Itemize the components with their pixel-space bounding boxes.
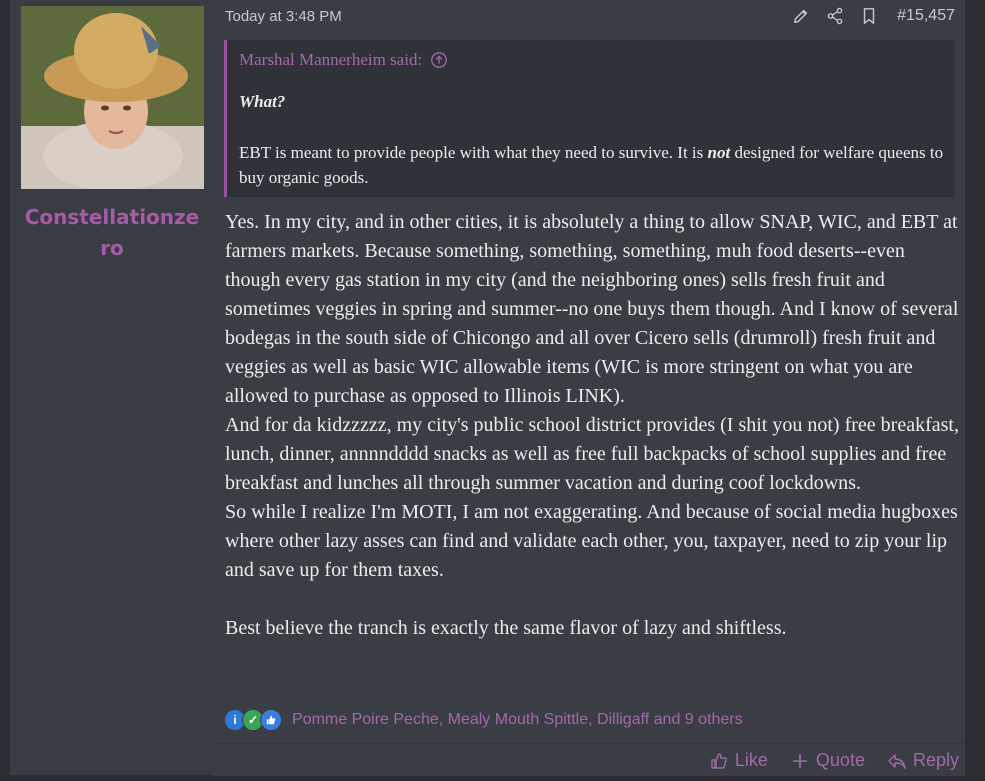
post-body: Yes. In my city, and in other cities, it… bbox=[225, 211, 959, 639]
reaction-names-link[interactable]: Pomme Poire Peche, Mealy Mouth Spittle, … bbox=[292, 711, 743, 729]
thumbs-up-icon bbox=[711, 752, 727, 769]
quote-emphasis: not bbox=[707, 143, 731, 162]
bookmark-icon[interactable] bbox=[859, 6, 879, 26]
post-actions: Like Quote Reply bbox=[709, 750, 959, 771]
post-timestamp[interactable]: Today at 3:48 PM bbox=[225, 8, 342, 25]
like-label: Like bbox=[734, 750, 768, 770]
quote-body: EBT is meant to provide people with what… bbox=[239, 140, 944, 190]
avatar[interactable] bbox=[21, 6, 204, 189]
plus-icon bbox=[792, 753, 807, 768]
post-main-cell: Today at 3:48 PM #15,457 Marshal Mannerh… bbox=[214, 0, 965, 776]
thumbs-up-icon bbox=[260, 709, 282, 731]
quote-author: Marshal Mannerheim said: bbox=[239, 50, 423, 69]
username[interactable]: Constellationzero bbox=[10, 202, 214, 264]
post-footer: Like Quote Reply bbox=[214, 743, 965, 776]
arrow-up-circle-icon bbox=[431, 52, 448, 68]
quote-label: Quote bbox=[815, 750, 865, 770]
reaction-icons: i ✓ bbox=[224, 709, 282, 731]
reply-label: Reply bbox=[912, 750, 959, 770]
reactions-bar[interactable]: i ✓ Pomme Poire Peche, Mealy Mouth Spitt… bbox=[224, 709, 743, 731]
quote-block: Marshal Mannerheim said: What? EBT is me… bbox=[224, 40, 955, 197]
post-meta-actions: #15,457 bbox=[791, 6, 955, 26]
reply-button[interactable]: Reply bbox=[887, 750, 959, 771]
like-button[interactable]: Like bbox=[709, 750, 768, 771]
quote-author-link[interactable]: Marshal Mannerheim said: bbox=[239, 50, 448, 70]
forum-post: Constellationzero Today at 3:48 PM #15,4… bbox=[10, 0, 965, 776]
edit-icon[interactable] bbox=[791, 6, 811, 26]
quote-line-what: What? bbox=[239, 92, 286, 111]
quote-button[interactable]: Quote bbox=[790, 750, 865, 771]
quote-text-before: EBT is meant to provide people with what… bbox=[239, 143, 708, 162]
reply-icon bbox=[888, 753, 906, 769]
avatar-image bbox=[21, 6, 204, 189]
post-number-link[interactable]: #15,457 bbox=[897, 7, 955, 25]
post-user-cell: Constellationzero bbox=[10, 0, 214, 775]
share-icon[interactable] bbox=[825, 6, 845, 26]
